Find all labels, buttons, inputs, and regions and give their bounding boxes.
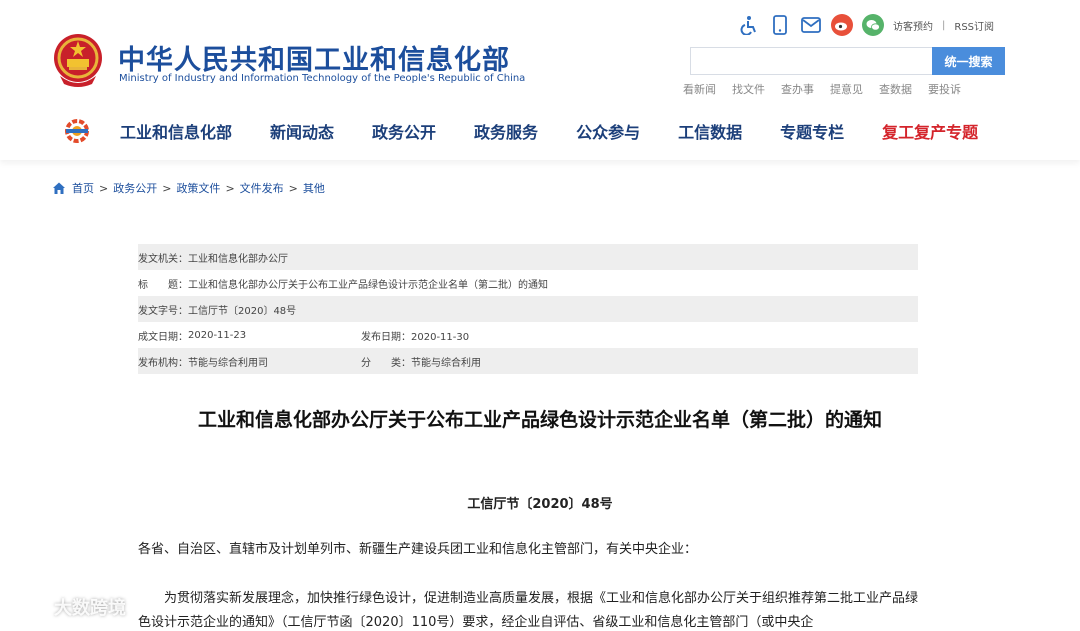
national-emblem-icon[interactable] (52, 32, 104, 88)
mobile-icon[interactable] (769, 14, 791, 36)
tool-separator: | (942, 19, 946, 31)
category-value: 节能与综合利用 (411, 357, 481, 369)
doc-no-label: 发文字号： (138, 305, 188, 317)
visitor-appointment-link[interactable]: 访客预约 (893, 18, 933, 33)
nav-item-special-columns[interactable]: 专题专栏 (780, 119, 844, 143)
search-button[interactable]: 统一搜索 (932, 47, 1005, 75)
breadcrumb-gov-affairs[interactable]: 政务公开 (113, 180, 157, 196)
quick-link-data[interactable]: 查数据 (879, 81, 912, 97)
rss-link[interactable]: RSS订阅 (954, 18, 994, 33)
category-label: 分 类： (361, 357, 411, 369)
home-icon[interactable] (52, 181, 66, 195)
quick-link-files[interactable]: 找文件 (732, 81, 765, 97)
issuer-value: 工业和信息化部办公厅 (188, 253, 288, 265)
written-date-value: 2020-11-23 (188, 329, 247, 341)
category: 分 类：节能与综合利用 (361, 354, 481, 369)
article-paragraph: 为贯彻落实新发展理念，加快推行绿色设计，促进制造业高质量发展，根据《工业和信息化… (138, 591, 919, 630)
info-row-issuer: 发文机关： 工业和信息化部办公厅 (138, 244, 918, 270)
quick-link-complaint[interactable]: 要投诉 (928, 81, 961, 97)
breadcrumb-file-release[interactable]: 文件发布 (240, 180, 284, 196)
org-value: 节能与综合利用司 (188, 357, 268, 369)
nav-item-miit[interactable]: 工业和信息化部 (120, 119, 232, 143)
nav-item-gov-affairs[interactable]: 政务公开 (372, 119, 436, 143)
info-row-org: 发布机构： 节能与综合利用司 分 类：节能与综合利用 (138, 348, 918, 374)
weibo-icon[interactable] (831, 14, 853, 36)
published-date-label: 发布日期： (361, 331, 411, 343)
info-row-title: 标 题： 工业和信息化部办公厅关于公布工业产品绿色设计示范企业名单（第二批）的通… (138, 270, 918, 296)
written-date-label: 成文日期： (138, 331, 188, 343)
quick-link-feedback[interactable]: 提意见 (830, 81, 863, 97)
info-row-doc-no: 发文字号： 工信厅节〔2020〕48号 (138, 296, 918, 322)
watermark-logo-icon (10, 598, 50, 615)
search-input[interactable] (690, 47, 932, 75)
site-title[interactable]: 中华人民共和国工业和信息化部 (118, 38, 510, 77)
nav-item-resumption-topic[interactable]: 复工复产专题 (882, 119, 978, 143)
quick-link-services[interactable]: 查办事 (781, 81, 814, 97)
watermark: 大数跨境 (8, 594, 126, 620)
article-paragraph: 各省、自治区、直辖市及计划单列市、新疆生产建设兵团工业和信息化主管部门，有关中央… (138, 542, 698, 557)
nav-item-data[interactable]: 工信数据 (678, 119, 742, 143)
org-label: 发布机构： (138, 357, 188, 369)
nav-item-gov-services[interactable]: 政务服务 (474, 119, 538, 143)
breadcrumb-separator: > (225, 181, 235, 195)
breadcrumb: 首页 > 政务公开 > 政策文件 > 文件发布 > 其他 (52, 180, 325, 196)
header-tools: 访客预约 | RSS订阅 (738, 12, 994, 38)
breadcrumb-separator: > (288, 181, 298, 195)
accessibility-icon[interactable] (738, 14, 760, 36)
site-subtitle: Ministry of Industry and Information Tec… (119, 73, 526, 84)
breadcrumb-separator: > (162, 181, 172, 195)
breadcrumb-home[interactable]: 首页 (72, 180, 94, 196)
article-doc-number: 工信厅节〔2020〕48号 (467, 497, 613, 512)
breadcrumb-policy-files[interactable]: 政策文件 (176, 180, 220, 196)
watermark-text: 大数跨境 (54, 598, 126, 619)
site-header: 中华人民共和国工业和信息化部 Ministry of Industry and … (0, 0, 1080, 160)
published-date-value: 2020-11-30 (411, 331, 470, 343)
main-nav: 工业和信息化部 新闻动态 政务公开 政务服务 公众参与 工信数据 专题专栏 复工… (64, 117, 978, 145)
miit-logo-icon[interactable] (64, 118, 90, 144)
issuer-label: 发文机关： (138, 253, 188, 265)
wechat-icon[interactable] (862, 14, 884, 36)
quick-links: 看新闻 找文件 查办事 提意见 查数据 要投诉 (683, 81, 977, 97)
nav-item-public-participation[interactable]: 公众参与 (576, 119, 640, 143)
document-info-table: 发文机关： 工业和信息化部办公厅 标 题： 工业和信息化部办公厅关于公布工业产品… (138, 244, 918, 374)
breadcrumb-other[interactable]: 其他 (303, 180, 325, 196)
info-row-dates: 成文日期： 2020-11-23 发布日期：2020-11-30 (138, 322, 918, 348)
title-label: 标 题： (138, 279, 188, 291)
title-value: 工业和信息化部办公厅关于公布工业产品绿色设计示范企业名单（第二批）的通知 (188, 279, 548, 291)
mail-icon[interactable] (800, 14, 822, 36)
article-title: 工业和信息化部办公厅关于公布工业产品绿色设计示范企业名单（第二批）的通知 (197, 409, 882, 431)
published-date: 发布日期：2020-11-30 (361, 328, 469, 343)
nav-item-news[interactable]: 新闻动态 (270, 119, 334, 143)
breadcrumb-separator: > (99, 181, 109, 195)
doc-no-value: 工信厅节〔2020〕48号 (188, 305, 297, 317)
quick-link-news[interactable]: 看新闻 (683, 81, 716, 97)
